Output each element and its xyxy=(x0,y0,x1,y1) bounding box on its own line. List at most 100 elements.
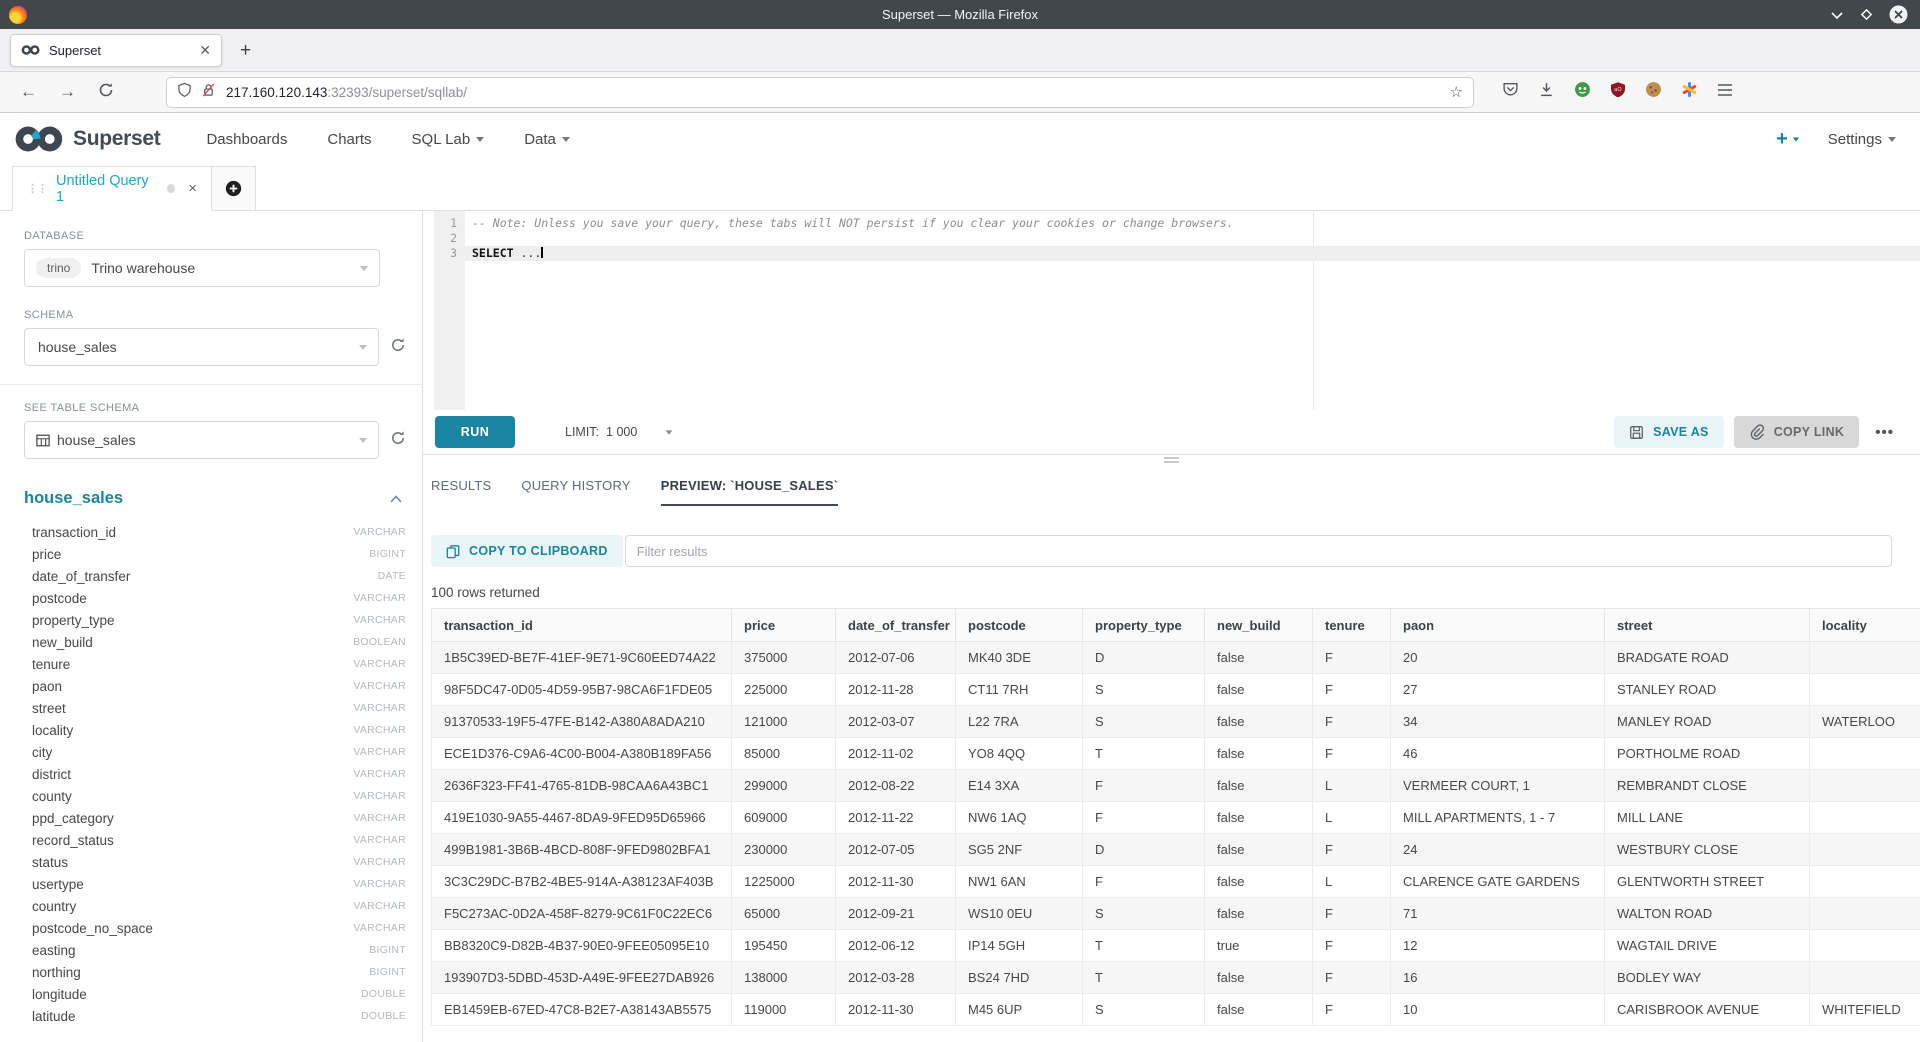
table-cell xyxy=(1810,930,1920,962)
text-cursor xyxy=(541,247,543,258)
window-close-icon[interactable] xyxy=(1889,5,1908,24)
table-select[interactable]: house_sales xyxy=(24,421,379,459)
editor-toolbar: RUN LIMIT: 1 000 SAVE AS COPY LINK ••• xyxy=(423,410,1920,455)
column-header[interactable]: tenure xyxy=(1313,609,1391,642)
copy-to-clipboard-button[interactable]: COPY TO CLIPBOARD xyxy=(431,535,623,567)
table-column-row[interactable]: price BIGINT xyxy=(24,543,406,565)
table-column-row[interactable]: street VARCHAR xyxy=(24,697,406,719)
extension-asterisk-icon[interactable] xyxy=(1681,81,1698,103)
schema-select[interactable]: house_sales xyxy=(24,328,379,366)
table-column-row[interactable]: ppd_category VARCHAR xyxy=(24,807,406,829)
nav-sql-lab[interactable]: SQL Lab xyxy=(412,131,485,148)
unsaved-dot-icon xyxy=(167,184,176,193)
query-tab-label: Untitled Query 1 xyxy=(56,173,156,205)
results-tab-bar: RESULTS QUERY HISTORY PREVIEW: `HOUSE_SA… xyxy=(423,464,1920,506)
tab-preview-house-sales[interactable]: PREVIEW: `HOUSE_SALES` xyxy=(661,478,839,506)
table-column-row[interactable]: longitude DOUBLE xyxy=(24,983,406,1005)
table-column-row[interactable]: country VARCHAR xyxy=(24,895,406,917)
copy-link-button[interactable]: COPY LINK xyxy=(1734,416,1860,448)
run-button[interactable]: RUN xyxy=(435,416,515,448)
table-column-row[interactable]: status VARCHAR xyxy=(24,851,406,873)
pocket-icon[interactable] xyxy=(1502,81,1519,103)
column-type: VARCHAR xyxy=(353,790,406,802)
table-column-row[interactable]: postcode VARCHAR xyxy=(24,587,406,609)
column-header[interactable]: paon xyxy=(1391,609,1605,642)
menu-icon[interactable] xyxy=(1717,83,1733,102)
database-select[interactable]: trino Trino warehouse xyxy=(24,249,380,287)
nav-dashboards[interactable]: Dashboards xyxy=(206,131,287,148)
tab-query-history[interactable]: QUERY HISTORY xyxy=(521,478,630,506)
table-heading[interactable]: house_sales xyxy=(24,489,123,508)
table-column-row[interactable]: date_of_transfer DATE xyxy=(24,565,406,587)
table-column-row[interactable]: tenure VARCHAR xyxy=(24,653,406,675)
window-maximize-icon[interactable] xyxy=(1860,8,1873,21)
superset-logo[interactable]: Superset xyxy=(14,126,160,152)
table-column-row[interactable]: usertype VARCHAR xyxy=(24,873,406,895)
column-header[interactable]: transaction_id xyxy=(432,609,732,642)
forward-button[interactable]: → xyxy=(59,82,76,102)
filter-results-input[interactable] xyxy=(625,535,1892,567)
table-column-row[interactable]: transaction_id VARCHAR xyxy=(24,521,406,543)
table-cell: 3C3C29DC-B7B2-4BE5-914A-A38123AF403B xyxy=(432,866,732,898)
url-bar[interactable]: 217.160.120.143:32393/superset/sqllab/ ☆ xyxy=(166,77,1474,108)
table-column-row[interactable]: city VARCHAR xyxy=(24,741,406,763)
table-column-row[interactable]: district VARCHAR xyxy=(24,763,406,785)
column-header[interactable]: locality xyxy=(1810,609,1920,642)
query-tab-active[interactable]: ⋮⋮ Untitled Query 1 × xyxy=(12,166,212,211)
tab-results[interactable]: RESULTS xyxy=(431,478,491,506)
chevron-up-icon[interactable] xyxy=(390,495,402,503)
sql-editor[interactable]: 1 2 3 -- Note: Unless you save your quer… xyxy=(423,211,1920,410)
table-column-row[interactable]: paon VARCHAR xyxy=(24,675,406,697)
table-cell xyxy=(1810,802,1920,834)
download-icon[interactable] xyxy=(1538,81,1555,103)
column-header[interactable]: date_of_transfer xyxy=(836,609,956,642)
shield-icon[interactable] xyxy=(177,82,192,103)
drag-handle-icon[interactable]: ⋮⋮ xyxy=(27,182,47,195)
reload-icon[interactable] xyxy=(98,82,114,103)
table-cell: BB8320C9-D82B-4B37-90E0-9FEE05095E10 xyxy=(432,930,732,962)
column-header[interactable]: price xyxy=(732,609,836,642)
table-column-row[interactable]: postcode_no_space VARCHAR xyxy=(24,917,406,939)
back-button[interactable]: ← xyxy=(20,82,37,102)
more-options-button[interactable]: ••• xyxy=(1875,424,1894,441)
table-column-row[interactable]: northing BIGINT xyxy=(24,961,406,983)
cookie-extension-icon[interactable] xyxy=(1645,81,1662,103)
settings-menu[interactable]: Settings xyxy=(1828,131,1896,148)
column-header[interactable]: property_type xyxy=(1083,609,1205,642)
table-cell: 2012-11-22 xyxy=(836,802,956,834)
nav-charts[interactable]: Charts xyxy=(327,131,371,148)
chevron-down-icon xyxy=(359,345,367,350)
refresh-icon[interactable] xyxy=(390,430,406,451)
limit-dropdown[interactable]: LIMIT: 1 000 xyxy=(565,425,673,439)
pane-resize-handle[interactable] xyxy=(423,455,1920,464)
browser-tab[interactable]: Superset ✕ xyxy=(10,34,222,67)
mask-extension-icon[interactable] xyxy=(1574,81,1591,103)
table-column-row[interactable]: new_build BOOLEAN xyxy=(24,631,406,653)
new-tab-button[interactable]: + xyxy=(240,41,251,60)
adblock-shield-icon[interactable]: uO xyxy=(1610,81,1626,103)
add-query-tab-button[interactable] xyxy=(212,166,256,211)
table-column-row[interactable]: easting BIGINT xyxy=(24,939,406,961)
table-column-row[interactable]: locality VARCHAR xyxy=(24,719,406,741)
refresh-icon[interactable] xyxy=(390,337,406,358)
table-column-row[interactable]: latitude DOUBLE xyxy=(24,1005,406,1027)
table-cell xyxy=(1810,834,1920,866)
table-column-row[interactable]: county VARCHAR xyxy=(24,785,406,807)
lock-crossed-icon[interactable] xyxy=(201,82,216,103)
close-icon[interactable]: × xyxy=(188,180,197,197)
table-column-row[interactable]: property_type VARCHAR xyxy=(24,609,406,631)
table-cell: 225000 xyxy=(732,674,836,706)
chevron-down-icon xyxy=(359,438,367,443)
bookmark-star-icon[interactable]: ☆ xyxy=(1450,83,1463,101)
window-minimize-icon[interactable] xyxy=(1830,10,1844,20)
nav-data[interactable]: Data xyxy=(524,131,570,148)
tab-close-icon[interactable]: ✕ xyxy=(199,43,211,57)
table-column-row[interactable]: record_status VARCHAR xyxy=(24,829,406,851)
table-cell: 27 xyxy=(1391,674,1605,706)
column-header[interactable]: street xyxy=(1605,609,1810,642)
row-count: 100 rows returned xyxy=(423,585,1920,600)
add-new-button[interactable]: + xyxy=(1776,128,1800,151)
column-header[interactable]: postcode xyxy=(956,609,1083,642)
save-as-button[interactable]: SAVE AS xyxy=(1614,416,1724,448)
column-header[interactable]: new_build xyxy=(1205,609,1313,642)
